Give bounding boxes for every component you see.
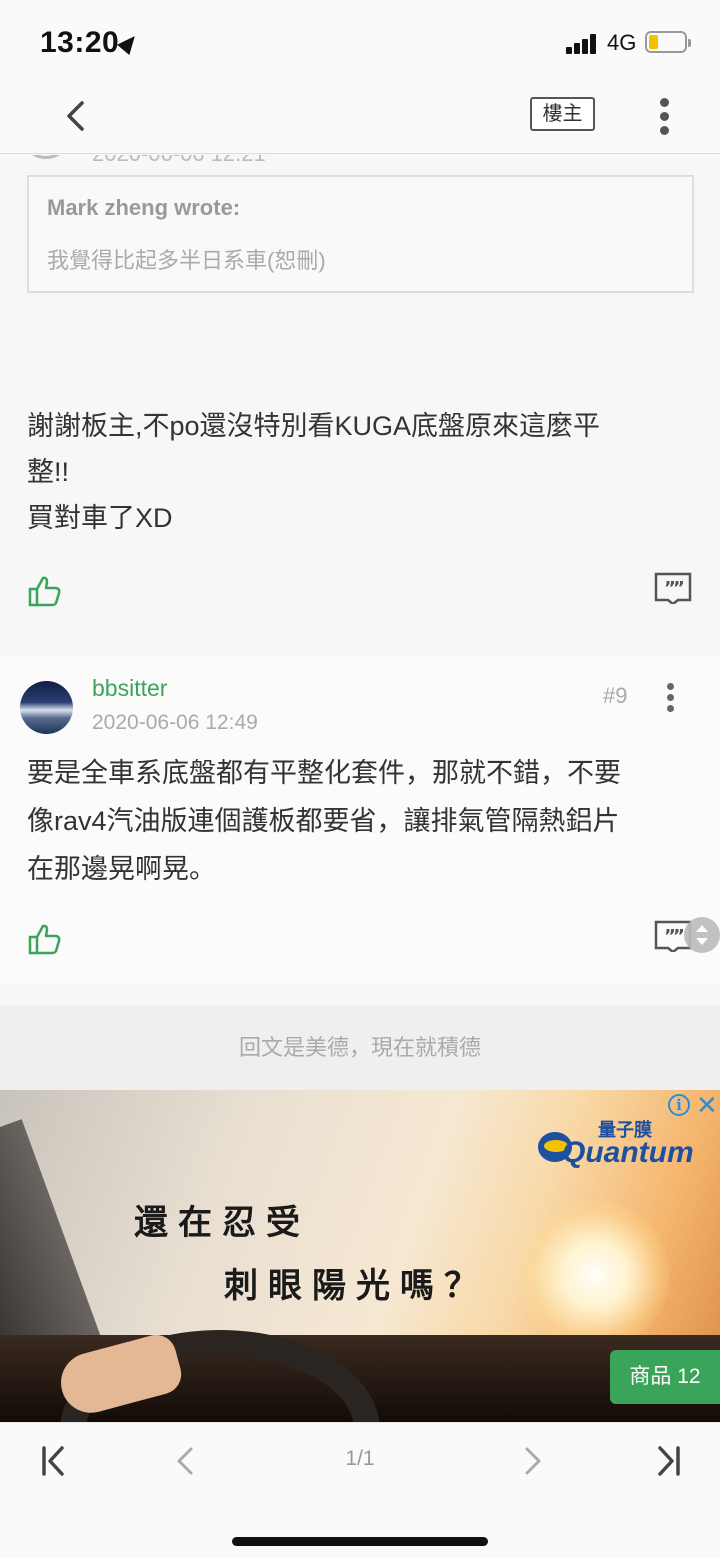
post-body: 謝謝板主,不po還沒特別看KUGA底盤原來這麼平 整!! 買對車了XD — [27, 403, 687, 541]
post-body: 要是全車系底盤都有平整化套件，那就不錯，不要 像rav4汽油版連個護板都要省，讓… — [27, 749, 697, 893]
svg-text:”: ” — [673, 926, 685, 947]
post-body-line: 要是全車系底盤都有平整化套件，那就不錯，不要 — [27, 758, 621, 788]
next-page-icon[interactable] — [518, 1445, 548, 1477]
scroll-handle-icon[interactable] — [684, 917, 720, 953]
svg-text:”: ” — [673, 578, 685, 599]
first-page-icon[interactable] — [38, 1445, 68, 1477]
ad-sun-glare — [520, 1200, 670, 1350]
status-time: 13:20 — [40, 26, 120, 59]
network-type: 4G — [607, 30, 637, 55]
post-card: bbsitter 2020-06-06 12:49 #9 要是全車系底盤都有平整… — [0, 657, 720, 985]
ad-brand-en: Quantum — [562, 1136, 694, 1169]
home-indicator[interactable] — [232, 1537, 488, 1546]
app-screen: 13:20 4G 樓主 2020-06-06 12:21 Mark zheng … — [0, 0, 720, 1558]
ad-subheadline: 刺眼陽光嗎？ — [224, 1266, 488, 1306]
quote-reply-icon[interactable]: ” ” — [654, 572, 692, 604]
ad-headline: 還在忍受 — [134, 1203, 310, 1243]
products-button[interactable]: 商品 12 — [610, 1350, 720, 1404]
more-options-icon[interactable] — [655, 98, 675, 136]
post-date: 2020-06-06 12:21 — [92, 155, 266, 167]
battery-icon — [645, 31, 691, 53]
quote-block: Mark zheng wrote: 我覺得比起多半日系車(恕刪) — [27, 175, 694, 293]
post-date: 2020-06-06 12:49 — [92, 711, 258, 734]
status-bar: 13:20 4G — [0, 0, 720, 80]
page-indicator[interactable]: 1/1 — [330, 1447, 390, 1471]
post-body-line: 像rav4汽油版連個護板都要省，讓排氣管隔熱鋁片 — [27, 806, 620, 836]
location-arrow-icon — [117, 30, 141, 56]
post-card: 2020-06-06 12:21 Mark zheng wrote: 我覺得比起… — [0, 155, 720, 637]
prev-page-icon[interactable] — [170, 1445, 200, 1477]
last-page-icon[interactable] — [654, 1445, 684, 1477]
floor-number: #9 — [603, 683, 628, 708]
post-body-line: 買對車了XD — [27, 503, 173, 533]
owner-only-button[interactable]: 樓主 — [530, 97, 595, 131]
like-icon[interactable] — [28, 575, 62, 607]
avatar[interactable] — [20, 681, 73, 734]
ad-info-icon[interactable]: i — [668, 1094, 690, 1116]
signal-icon — [566, 34, 602, 54]
pagination-bar: 1/1 — [0, 1422, 720, 1558]
post-body-line: 整!! — [27, 457, 70, 487]
ad-close-icon[interactable]: ✕ — [696, 1092, 718, 1118]
nav-bar: 樓主 — [0, 80, 720, 154]
quote-text: 我覺得比起多半日系車(恕刪) — [47, 248, 326, 273]
reply-prompt[interactable]: 回文是美德，現在就積德 — [0, 1005, 720, 1090]
post-body-line: 在那邊晃啊晃。 — [27, 854, 216, 884]
username[interactable]: bbsitter — [92, 675, 167, 702]
ad-banner[interactable]: 還在忍受 刺眼陽光嗎？ 量子膜 Quantum i ✕ 商品 12 — [0, 1090, 720, 1422]
post-body-line: 謝謝板主,不po還沒特別看KUGA底盤原來這麼平 — [27, 411, 601, 441]
like-icon[interactable] — [28, 923, 62, 955]
post-more-icon[interactable] — [665, 683, 677, 713]
quote-author: Mark zheng wrote: — [47, 195, 241, 220]
ad-brand-logo: 量子膜 Quantum — [538, 1120, 694, 1169]
avatar — [20, 155, 72, 159]
back-icon[interactable] — [62, 100, 94, 132]
